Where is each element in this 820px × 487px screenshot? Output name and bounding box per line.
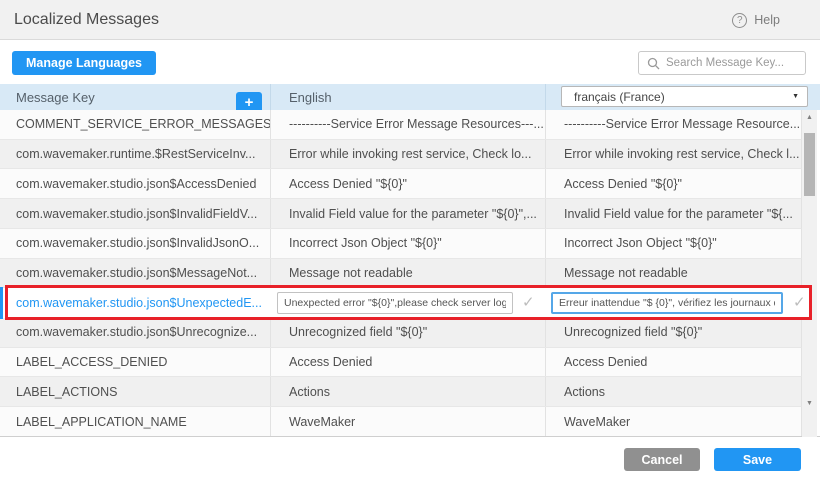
page-title: Localized Messages <box>14 11 159 29</box>
language-dropdown[interactable]: français (France) ▼ <box>561 86 808 107</box>
french-cell: Incorrect Json Object "${0}" <box>545 229 801 258</box>
vertical-scrollbar[interactable]: ▲ ▼ <box>802 110 817 437</box>
english-cell: Message not readable <box>270 259 545 288</box>
table-row[interactable]: LABEL_APPLICATION_NAMEWaveMakerWaveMaker <box>0 407 802 437</box>
french-cell: Actions <box>545 377 801 406</box>
table-row[interactable]: LABEL_ACTIONSActionsActions <box>0 377 802 407</box>
message-key-link[interactable]: com.wavemaker.studio.json$UnexpectedE... <box>16 296 262 310</box>
message-key-cell: LABEL_APPLICATION_NAME <box>0 415 270 429</box>
french-cell: Access Denied <box>545 348 801 377</box>
french-cell: ----------Service Error Message Resource… <box>545 110 801 139</box>
help-button[interactable]: ? Help <box>732 0 780 40</box>
arrow-down-icon[interactable]: ▼ <box>802 400 817 407</box>
english-cell: WaveMaker <box>270 407 545 436</box>
message-key-cell: COMMENT_SERVICE_ERROR_MESSAGES <box>0 117 270 131</box>
english-cell: Incorrect Json Object "${0}" <box>270 229 545 258</box>
message-key-cell: com.wavemaker.studio.json$UnexpectedE... <box>0 296 270 310</box>
table-row[interactable]: COMMENT_SERVICE_ERROR_MESSAGES----------… <box>0 110 802 140</box>
french-cell: WaveMaker <box>545 407 801 436</box>
chevron-down-icon: ▼ <box>792 93 799 100</box>
plus-icon: + <box>245 94 254 111</box>
message-key-cell: com.wavemaker.studio.json$MessageNot... <box>0 266 270 280</box>
footer: Cancel Save <box>0 437 820 487</box>
save-button[interactable]: Save <box>714 448 801 471</box>
selected-row-indicator <box>0 287 3 319</box>
table-row[interactable]: com.wavemaker.studio.json$Unrecognize...… <box>0 318 802 348</box>
arrow-up-icon[interactable]: ▲ <box>802 114 817 121</box>
english-message-input[interactable] <box>277 292 513 314</box>
column-header-message-key: Message Key + <box>0 90 270 105</box>
english-cell: Error while invoking rest service, Check… <box>270 140 545 169</box>
english-cell: Unrecognized field "${0}" <box>270 318 545 347</box>
table-row[interactable]: com.wavemaker.studio.json$MessageNot...M… <box>0 259 802 289</box>
search-box[interactable] <box>638 51 806 75</box>
help-label: Help <box>754 13 780 27</box>
message-key-cell: LABEL_ACTIONS <box>0 385 270 399</box>
english-cell: ----------Service Error Message Resource… <box>270 110 545 139</box>
table-row[interactable]: com.wavemaker.runtime.$RestServiceInv...… <box>0 140 802 170</box>
cancel-button[interactable]: Cancel <box>624 448 700 471</box>
french-cell: Access Denied "${0}" <box>545 169 801 198</box>
language-dropdown-value: français (France) <box>574 90 665 104</box>
message-key-cell: com.wavemaker.runtime.$RestServiceInv... <box>0 147 270 161</box>
french-cell: Unrecognized field "${0}" <box>545 318 801 347</box>
scrollbar-thumb[interactable] <box>804 133 815 196</box>
table-row[interactable]: LABEL_ACCESS_DENIEDAccess DeniedAccess D… <box>0 348 802 378</box>
message-key-cell: LABEL_ACCESS_DENIED <box>0 355 270 369</box>
column-header-language: français (France) ▼ <box>545 84 820 110</box>
search-icon <box>647 57 660 70</box>
message-key-cell: com.wavemaker.studio.json$AccessDenied <box>0 177 270 191</box>
english-cell: Access Denied "${0}" <box>270 169 545 198</box>
french-cell: Error while invoking rest service, Check… <box>545 140 801 169</box>
localized-messages-dialog: Localized Messages ? Help Manage Languag… <box>0 0 820 487</box>
french-message-input[interactable] <box>551 292 783 314</box>
search-input[interactable] <box>666 57 797 69</box>
french-cell: Message not readable <box>545 259 801 288</box>
table-row[interactable]: com.wavemaker.studio.json$AccessDeniedAc… <box>0 169 802 199</box>
message-key-cell: com.wavemaker.studio.json$InvalidJsonO..… <box>0 236 270 250</box>
column-header-english: English <box>270 84 545 110</box>
english-cell: Actions <box>270 377 545 406</box>
message-key-cell: com.wavemaker.studio.json$InvalidFieldV.… <box>0 207 270 221</box>
manage-languages-button[interactable]: Manage Languages <box>12 51 156 75</box>
checkmark-icon[interactable]: ✓ <box>522 293 535 311</box>
toolbar: Manage Languages <box>0 41 820 84</box>
english-cell: Invalid Field value for the parameter "$… <box>270 199 545 228</box>
checkmark-icon[interactable]: ✓ <box>793 293 806 311</box>
table-header: Message Key + English français (France) … <box>0 84 820 110</box>
editing-row[interactable]: com.wavemaker.studio.json$UnexpectedE...… <box>0 288 812 318</box>
table-row[interactable]: com.wavemaker.studio.json$InvalidFieldV.… <box>0 199 802 229</box>
table-row[interactable]: com.wavemaker.studio.json$InvalidJsonO..… <box>0 229 802 259</box>
titlebar: Localized Messages ? Help <box>0 0 820 40</box>
english-cell: Access Denied <box>270 348 545 377</box>
message-key-cell: com.wavemaker.studio.json$Unrecognize... <box>0 325 270 339</box>
french-cell: Invalid Field value for the parameter "$… <box>545 199 801 228</box>
question-circle-icon: ? <box>732 13 747 28</box>
grid-body: COMMENT_SERVICE_ERROR_MESSAGES----------… <box>0 110 820 437</box>
